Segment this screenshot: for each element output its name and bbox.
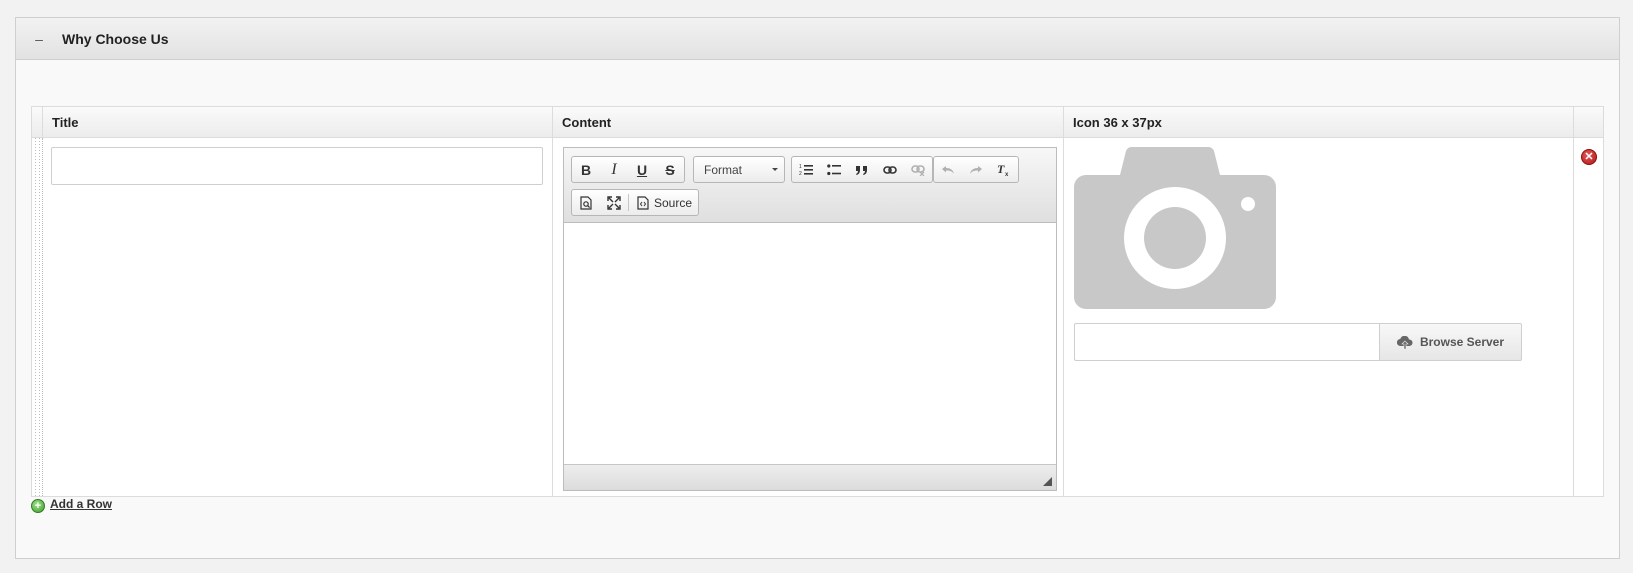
history-group: Tx [933,156,1019,183]
bulleted-list-button[interactable] [820,157,848,182]
maximize-icon [607,195,621,210]
content-cell: B I U S Format 12 T x Source [553,138,1064,496]
link-button[interactable] [876,157,904,182]
redo-button[interactable] [962,157,990,182]
add-icon: + [31,499,45,513]
cloud-upload-icon [1396,335,1413,349]
icon-url-group: Browse Server [1074,323,1522,361]
chevron-down-icon [772,168,778,171]
column-header-title: Title [43,107,553,137]
repeater-table: Title Content Icon 36 x 37px B I U S For… [31,106,1604,497]
redo-icon [970,165,982,174]
preview-icon [579,195,592,210]
editor-toolbar: B I U S Format 12 T x Source [564,148,1056,223]
clear-format-icon: Tx [997,163,1009,177]
remove-format-button[interactable]: Tx [990,157,1018,182]
svg-text:T: T [997,163,1005,176]
title-input[interactable] [51,147,543,185]
strike-button[interactable]: S [656,157,684,182]
remove-row-icon[interactable]: ✕ [1581,149,1597,165]
bold-button[interactable]: B [572,157,600,182]
preview-button[interactable] [572,190,600,215]
underline-button[interactable]: U [628,157,656,182]
row-actions-cell: ✕ [1574,138,1603,496]
svg-text:1: 1 [799,164,802,170]
editor-statusbar [564,464,1056,490]
undo-icon [942,165,954,174]
numbered-list-button[interactable]: 12 [792,157,820,182]
icon-url-input[interactable] [1074,323,1379,361]
resize-handle-icon[interactable] [1043,477,1052,486]
table-header: Title Content Icon 36 x 37px [32,107,1603,138]
blockquote-button[interactable] [848,157,876,182]
add-row-button[interactable]: + Add a Row [31,495,112,513]
row-drag-handle[interactable] [32,138,43,496]
browse-server-button[interactable]: Browse Server [1379,323,1522,361]
italic-button[interactable]: I [600,157,628,182]
source-icon [637,195,649,210]
link-icon [883,165,897,174]
collapse-toggle[interactable]: – [16,31,62,47]
column-header-content: Content [553,107,1064,137]
browse-server-label: Browse Server [1419,335,1505,349]
column-header-icon: Icon 36 x 37px [1064,107,1574,137]
maximize-button[interactable] [600,190,628,215]
column-header-actions [1574,107,1603,137]
document-group: Source [571,189,700,216]
add-row-label[interactable]: Add a Row [50,497,112,511]
quote-icon [856,165,867,175]
format-dropdown[interactable]: Format [693,156,785,183]
svg-text:x: x [1005,172,1009,177]
source-label: Source [654,195,693,210]
bulleted-list-icon [827,163,841,175]
rich-text-editor: B I U S Format 12 T x Source [563,147,1057,491]
source-button[interactable]: Source [629,190,698,215]
unlink-icon [911,164,925,176]
list-group: 12 [791,156,933,183]
undo-button[interactable] [934,157,962,182]
unlink-button[interactable] [904,157,932,182]
why-choose-us-panel: – Why Choose Us Title Content Icon 36 x … [15,17,1620,559]
format-label: Format [704,162,743,177]
table-row: B I U S Format 12 T x Source Browse Serv… [32,138,1603,496]
panel-title: Why Choose Us [62,30,169,47]
title-cell [43,138,553,496]
camera-icon[interactable] [1074,147,1276,309]
basic-styles-group: B I U S [571,156,685,183]
icon-cell: Browse Server [1064,138,1574,496]
panel-header: – Why Choose Us [16,18,1619,60]
svg-text:2: 2 [799,171,802,177]
editor-content-area[interactable] [564,223,1056,464]
numbered-list-icon: 12 [799,164,813,177]
handle-header [32,107,43,137]
